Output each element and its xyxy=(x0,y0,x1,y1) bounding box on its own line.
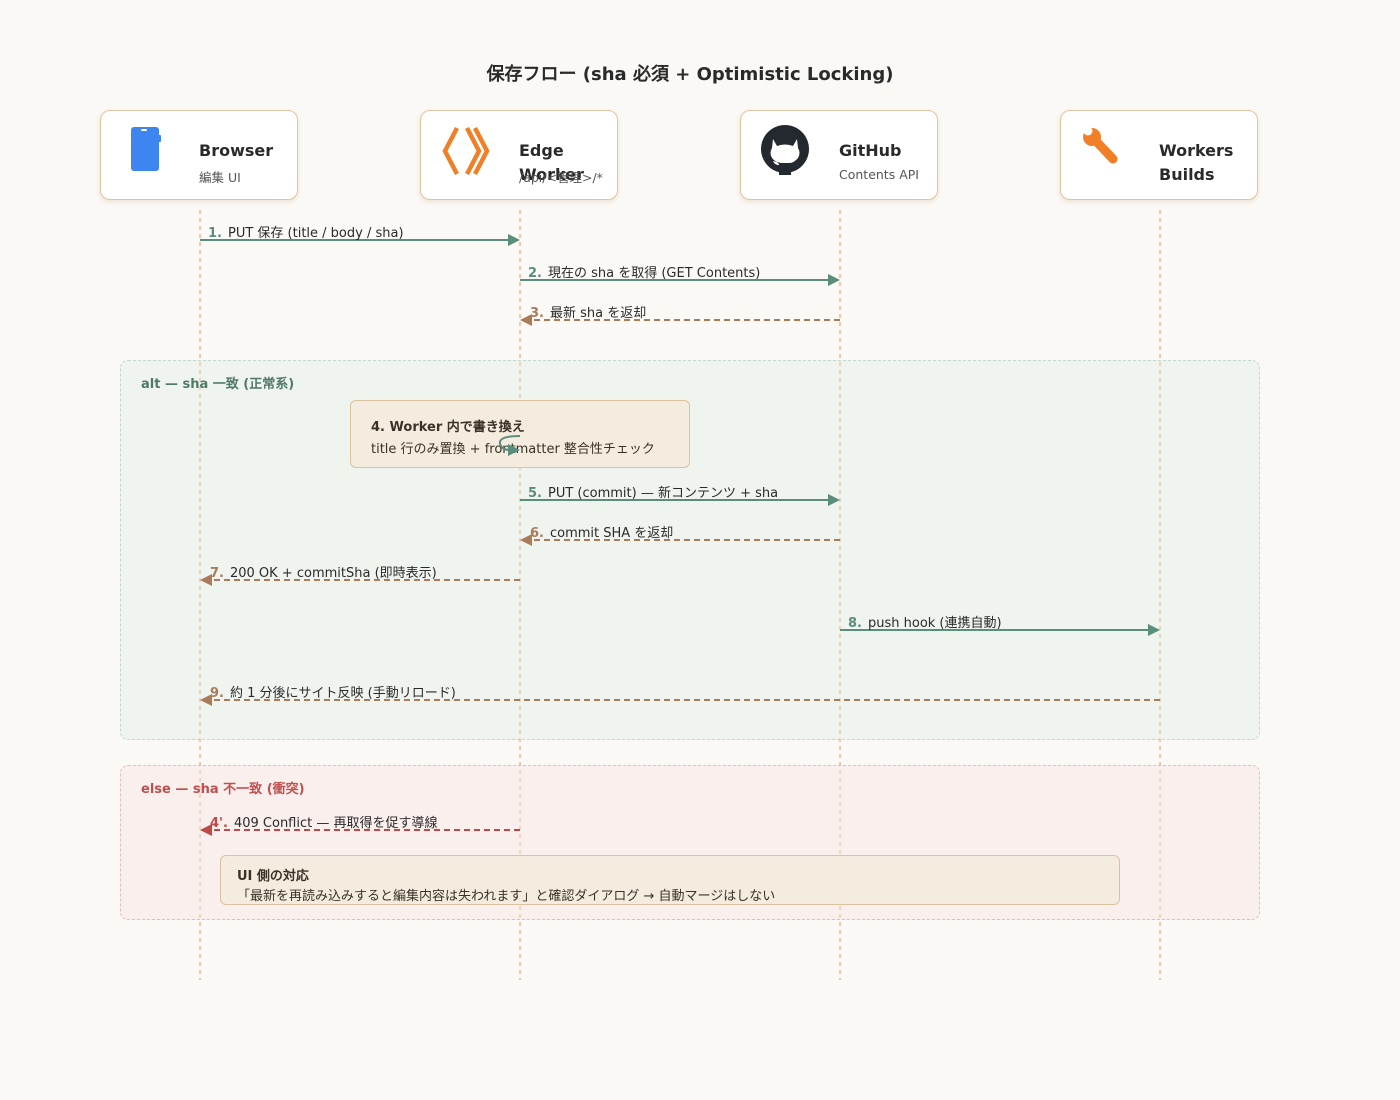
message-text: 現在の sha を取得 (GET Contents) xyxy=(547,266,761,281)
message-arrows xyxy=(200,234,1160,836)
message-7: 7. 200 OK + commitSha (即時表示) xyxy=(210,562,437,581)
message-number: 8. xyxy=(848,616,862,631)
message-text: PUT 保存 (title / body / sha) xyxy=(227,226,404,241)
message-5: 5. PUT (commit) — 新コンテンツ + sha xyxy=(528,482,778,501)
message-text: 200 OK + commitSha (即時表示) xyxy=(229,566,437,581)
message-6: 6. commit SHA を返却 xyxy=(530,522,673,541)
self-arrow-4 xyxy=(498,435,521,456)
message-3: 3. 最新 sha を返却 xyxy=(530,302,646,321)
message-4-prime: 4'. 409 Conflict — 再取得を促す導線 xyxy=(210,812,438,831)
message-number: 4'. xyxy=(210,816,228,831)
message-number: 2. xyxy=(528,266,542,281)
message-number: 1. xyxy=(208,226,222,241)
message-text: commit SHA を返却 xyxy=(549,526,674,541)
message-text: PUT (commit) — 新コンテンツ + sha xyxy=(547,486,779,501)
message-text: push hook (連携自動) xyxy=(867,616,1002,631)
message-text: 約 1 分後にサイト反映 (手動リロード) xyxy=(229,686,456,701)
message-text: 409 Conflict — 再取得を促す導線 xyxy=(233,816,438,831)
message-2: 2. 現在の sha を取得 (GET Contents) xyxy=(528,262,760,281)
message-1: 1. PUT 保存 (title / body / sha) xyxy=(208,222,404,241)
message-number: 7. xyxy=(210,566,224,581)
message-9: 9. 約 1 分後にサイト反映 (手動リロード) xyxy=(210,682,456,701)
message-text: 最新 sha を返却 xyxy=(549,306,647,321)
message-number: 6. xyxy=(530,526,544,541)
message-number: 5. xyxy=(528,486,542,501)
message-number: 9. xyxy=(210,686,224,701)
message-number: 3. xyxy=(530,306,544,321)
message-8: 8. push hook (連携自動) xyxy=(848,612,1002,631)
